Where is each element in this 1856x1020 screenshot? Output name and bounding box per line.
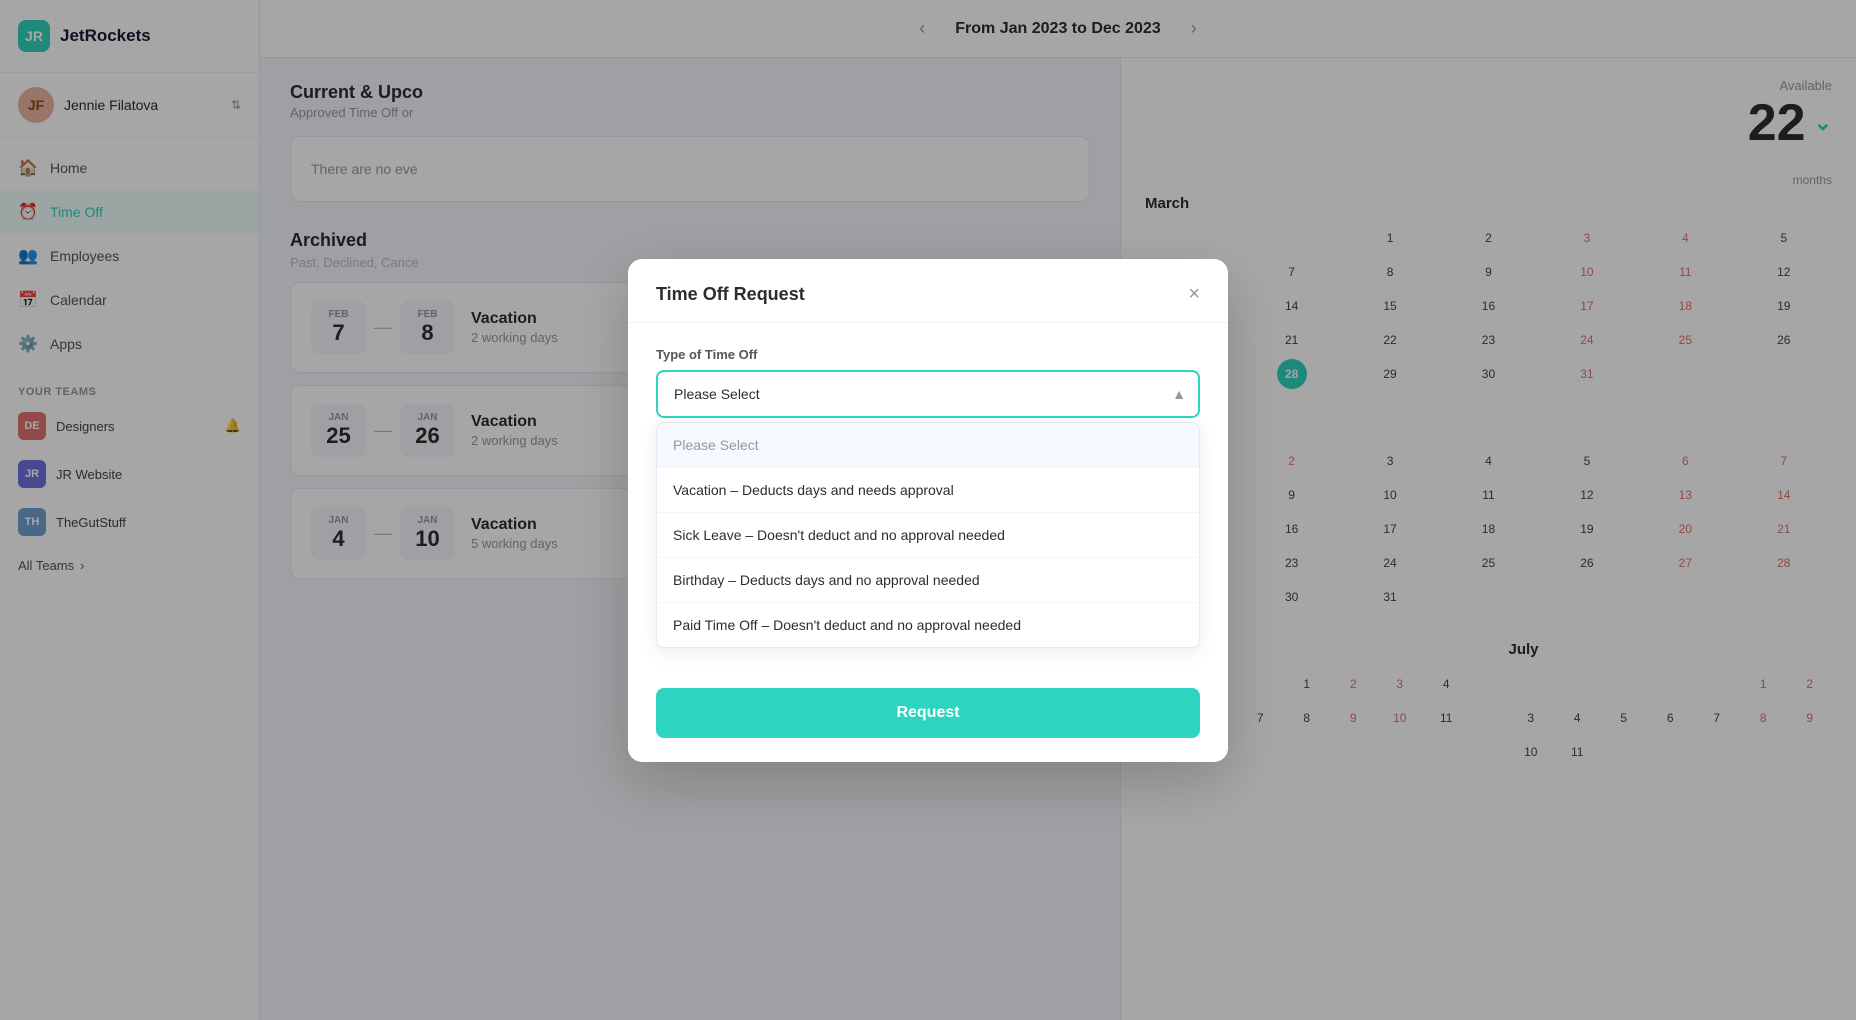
dropdown-option-sick-leave[interactable]: Sick Leave – Doesn't deduct and no appro… [657, 513, 1199, 558]
dropdown-option-vacation[interactable]: Vacation – Deducts days and needs approv… [657, 468, 1199, 513]
dropdown-option-birthday[interactable]: Birthday – Deducts days and no approval … [657, 558, 1199, 603]
type-dropdown[interactable]: Please Select [656, 370, 1200, 418]
dropdown-selected-value: Please Select [674, 386, 760, 402]
type-dropdown-wrapper: Please Select ▲ [656, 370, 1200, 418]
modal-title: Time Off Request [656, 284, 805, 305]
dropdown-option-paid-time-off[interactable]: Paid Time Off – Doesn't deduct and no ap… [657, 603, 1199, 647]
modal-header: Time Off Request × [628, 259, 1228, 323]
request-button[interactable]: Request [656, 688, 1200, 738]
modal-footer: Request [628, 672, 1228, 762]
dropdown-options-list: Please Select Vacation – Deducts days an… [656, 422, 1200, 648]
modal-overlay[interactable]: Time Off Request × Type of Time Off Plea… [0, 0, 1856, 1020]
modal-close-button[interactable]: × [1188, 283, 1200, 306]
time-off-request-modal: Time Off Request × Type of Time Off Plea… [628, 259, 1228, 762]
type-of-timeoff-label: Type of Time Off [656, 347, 1200, 362]
modal-body: Type of Time Off Please Select ▲ Please … [628, 323, 1228, 672]
dropdown-option-please-select[interactable]: Please Select [657, 423, 1199, 468]
